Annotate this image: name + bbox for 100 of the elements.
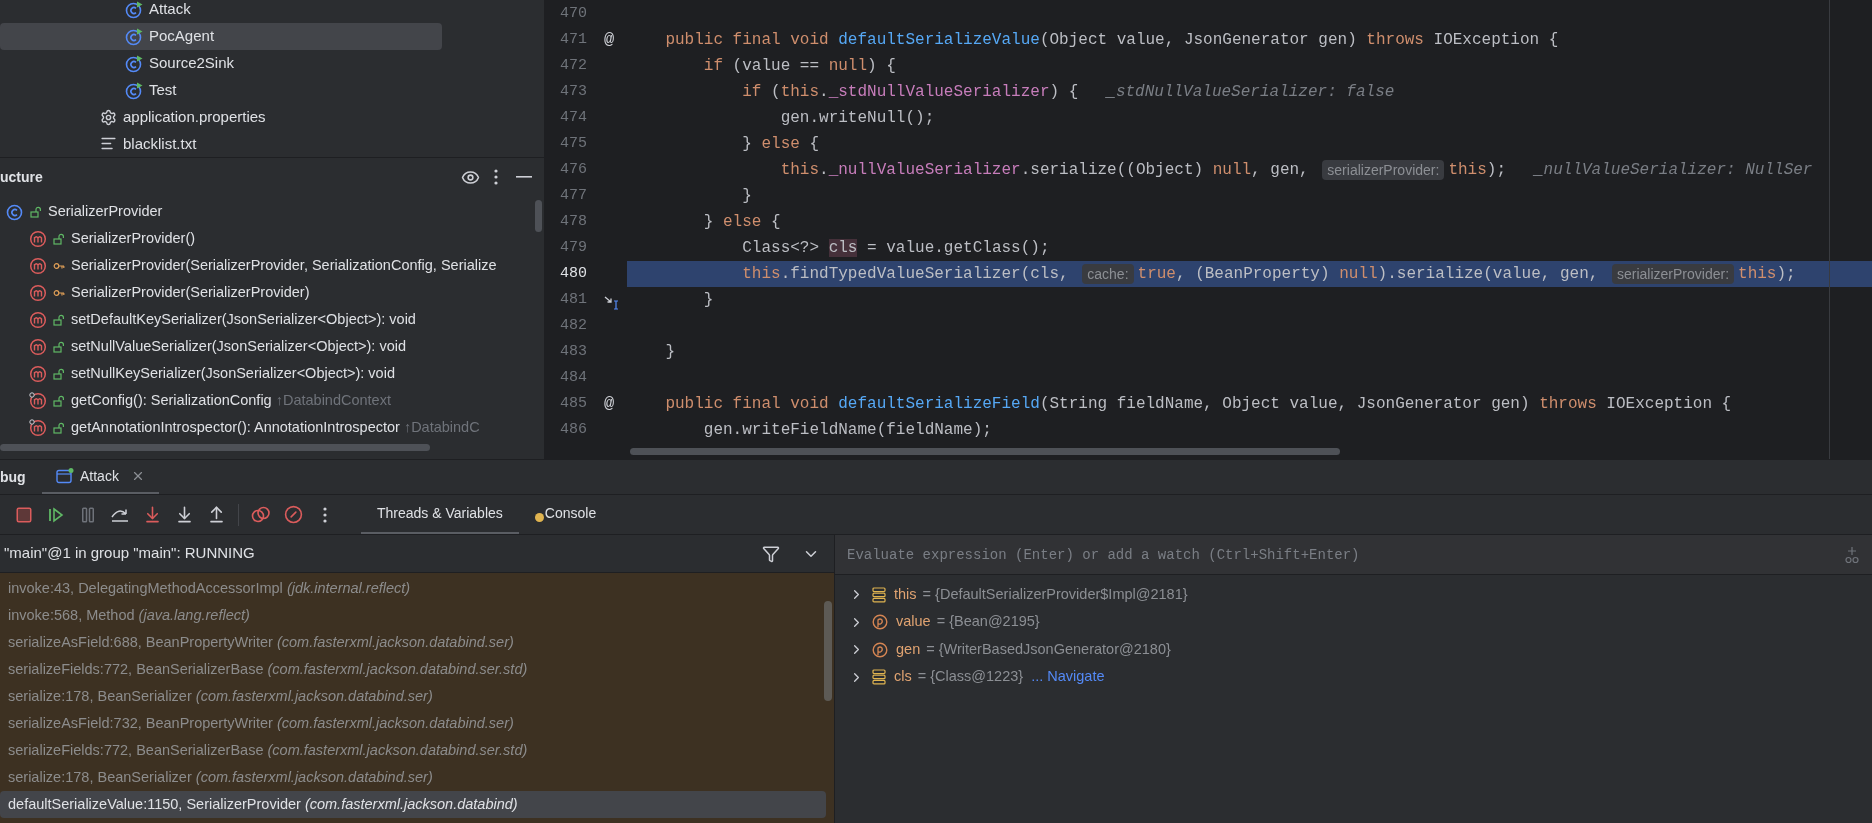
tree-item[interactable]: Attack: [0, 0, 442, 23]
code-text: this.findTypedValueSerializer(cls,: [741, 264, 1070, 285]
gutter-mark[interactable]: @: [603, 27, 615, 53]
code-text: if (this._stdNullValueSerializer) {: [741, 82, 1079, 103]
stack-frame[interactable]: invoke:43, DelegatingMethodAccessorImpl (jdk.internal.reflect): [0, 575, 826, 602]
stack-frame[interactable]: serialize:178, BeanSerializer (com.fasterxml.jackson.databind.ser): [0, 764, 826, 791]
scrollbar[interactable]: [0, 444, 430, 451]
thread-label[interactable]: "main"@1 in group "main": RUNNING: [0, 542, 762, 565]
line-number: 480: [559, 263, 588, 284]
scrollbar[interactable]: [535, 200, 542, 232]
variable-name: this: [894, 584, 917, 604]
code-text: } else {: [741, 134, 820, 155]
run-to-cursor-icon[interactable]: [604, 296, 620, 310]
console-icon: [534, 513, 544, 522]
code-text: }: [664, 342, 675, 363]
stack-frame[interactable]: serializeAsField:732, BeanPropertyWriter (com.fasterxml.jackson.databind.ser): [0, 710, 826, 737]
line-number: 476: [559, 159, 588, 180]
line-number: 472: [559, 55, 588, 76]
structure-item[interactable]: setDefaultKeySerializer(JsonSerializer<Object>): void: [0, 306, 544, 333]
stop-icon: [15, 505, 33, 524]
parameter-icon: [872, 641, 888, 658]
tree-item[interactable]: PocAgent: [0, 23, 442, 50]
line-number: 479: [559, 237, 588, 258]
structure-item[interactable]: setNullKeySerializer(JsonSerializer<Object>): void: [0, 360, 544, 387]
tree-item[interactable]: Test: [0, 77, 442, 104]
inlay-hint[interactable]: serializerProvider:: [1322, 160, 1445, 180]
gear-icon: [100, 108, 117, 126]
variable-name: value: [896, 612, 931, 632]
variable-value: = {DefaultSerializerProvider$Impl@2181}: [922, 584, 1188, 604]
stack-frame[interactable]: serialize:178, BeanSerializer (com.fasterxml.jackson.databind.ser): [0, 683, 826, 710]
line-number: 471: [559, 29, 588, 50]
line-number: 475: [559, 133, 588, 154]
structure-item[interactable]: SerializerProvider(SerializerProvider): [0, 279, 544, 306]
debugger-tab[interactable]: Console: [518, 495, 613, 534]
session-tab[interactable]: Attack: [42, 460, 159, 494]
structure-item[interactable]: SerializerProvider(SerializerProvider, SerializationConfig, Serialize: [0, 252, 544, 279]
line-number: 477: [559, 185, 588, 206]
pause-icon: [79, 505, 97, 524]
runnable-class-icon: [125, 54, 143, 73]
line-number: 483: [559, 341, 588, 362]
variable-value: = {Class@1223}: [917, 667, 1024, 687]
gutter-mark[interactable]: @: [603, 391, 615, 417]
code-text: true, (BeanProperty) null).serialize(value, gen,: [1137, 264, 1600, 285]
class-icon: [6, 202, 24, 221]
method-icon: [29, 256, 47, 275]
inlay-hint[interactable]: serializerProvider:: [1612, 264, 1735, 284]
scrollbar[interactable]: [630, 448, 1340, 455]
app-window-icon: [56, 468, 74, 484]
code-text: gen.writeFieldName(fieldName);: [702, 420, 992, 441]
add-watch-icon[interactable]: [1844, 545, 1860, 564]
minimize-icon: [516, 176, 532, 178]
filter-icon[interactable]: [762, 544, 780, 563]
field-icon: [872, 586, 886, 603]
mute-breakpoints-icon: [283, 505, 303, 524]
more-button[interactable]: [494, 169, 498, 185]
structure-item[interactable]: SerializerProvider: [0, 198, 544, 225]
stack-frame[interactable]: serializeFields:772, BeanSerializerBase (com.fasterxml.jackson.databind.ser.std): [0, 737, 826, 764]
breakpoints-icon: [251, 505, 271, 524]
code-text: this);: [1738, 264, 1796, 285]
structure-item[interactable]: setNullValueSerializer(JsonSerializer<Object>): void: [0, 333, 544, 360]
code-text: }: [702, 290, 714, 311]
tree-item[interactable]: blacklist.txt: [0, 130, 442, 157]
field-icon: [872, 669, 886, 686]
code-text: this._nullValueSerializer.serialize((Object) null, gen,: [779, 160, 1310, 181]
tree-item[interactable]: Source2Sink: [0, 50, 442, 77]
inlay-hint[interactable]: cache:: [1082, 264, 1134, 284]
variable-value: = {Bean@2195}: [936, 612, 1040, 632]
navigate-link[interactable]: ... Navigate: [1031, 666, 1105, 689]
method-icon: [29, 229, 47, 248]
method-icon: [29, 283, 47, 302]
structure-item[interactable]: SerializerProvider(): [0, 225, 544, 252]
code-text: public final void defaultSerializeField(String fieldName, Object value, JsonGenerator gen) throws IOException {: [664, 394, 1732, 415]
stack-frame[interactable]: defaultSerializeValue:1150, SerializerProvider (com.fasterxml.jackson.databind): [0, 791, 826, 818]
resume-icon: [47, 505, 65, 524]
stack-frame[interactable]: serializeAsField:688, BeanPropertyWriter (com.fasterxml.jackson.databind.ser): [0, 629, 826, 656]
line-number: 473: [559, 81, 588, 102]
tree-item[interactable]: application.properties: [0, 104, 442, 131]
stack-frame[interactable]: serializeFields:772, BeanSerializerBase (com.fasterxml.jackson.databind.ser.std): [0, 656, 826, 683]
line-number: 485: [559, 393, 588, 414]
inherited-from: ↑DatabindContext: [275, 390, 391, 410]
structure-item[interactable]: getAnnotationIntrospector(): AnnotationIntrospector ↑DatabindC: [0, 414, 544, 441]
stack-frame[interactable]: invoke:568, Method (java.lang.reflect): [0, 602, 826, 629]
line-number: 474: [559, 107, 588, 128]
scrollbar[interactable]: [824, 601, 832, 701]
more-icon: [323, 506, 327, 523]
code-text: if (value == null) {: [702, 56, 896, 77]
code-text: public final void defaultSerializeValue(Object value, JsonGenerator gen) throws IOException {: [664, 30, 1559, 51]
parameter-icon: [872, 614, 888, 631]
line-number: 478: [559, 211, 588, 232]
runnable-class-icon: [125, 27, 143, 46]
line-number: 470: [559, 3, 588, 24]
variable-value: = {WriterBasedJsonGenerator@2180}: [926, 639, 1171, 659]
tool-window-title: bug: [0, 467, 27, 487]
method-icon: [29, 337, 47, 356]
structure-item[interactable]: getConfig(): SerializationConfig ↑DatabindContext: [0, 387, 544, 414]
runnable-class-icon: [125, 81, 143, 100]
code-text: }: [741, 186, 752, 207]
method-icon: [29, 364, 47, 383]
variable-name: cls: [894, 667, 912, 687]
code-text: Class<?> cls = value.getClass();: [741, 238, 1050, 259]
